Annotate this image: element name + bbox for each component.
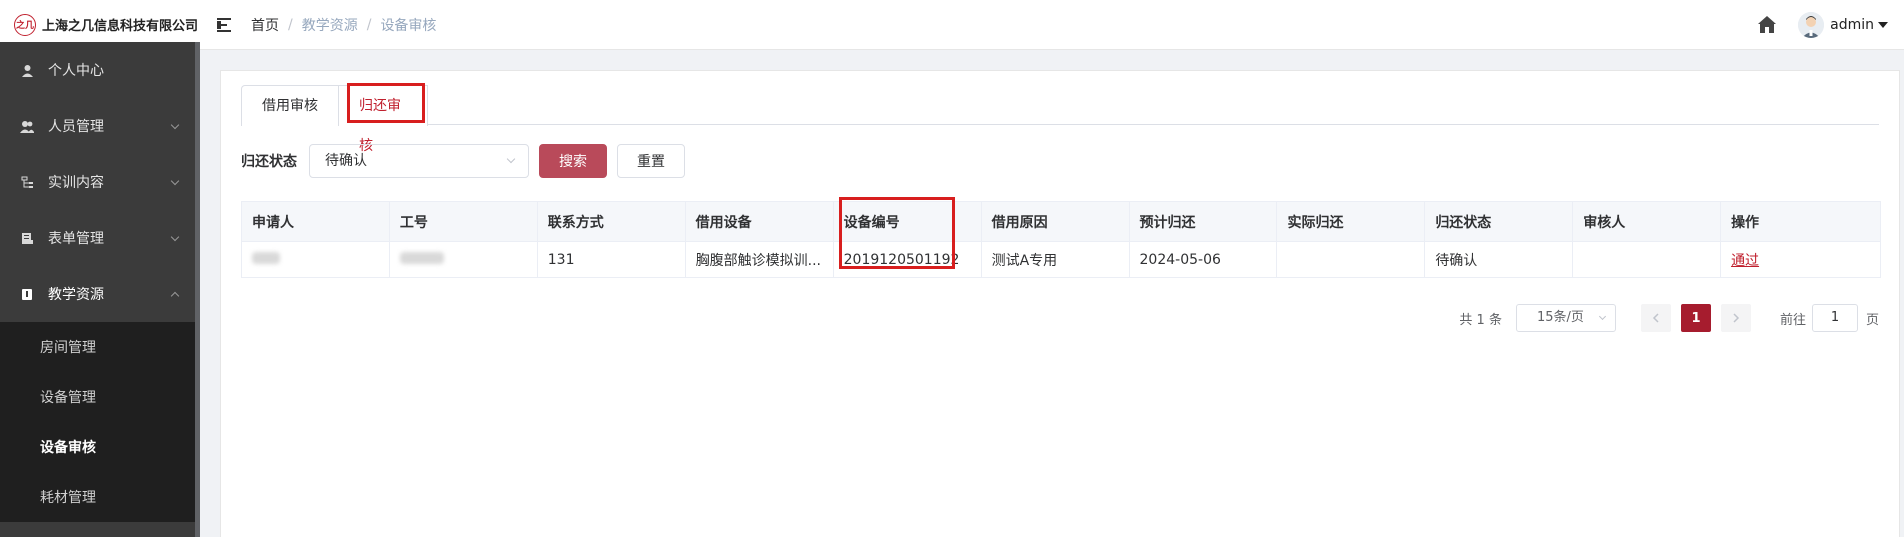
form-icon (20, 231, 34, 245)
tab-borrow-review[interactable]: 借用审核 (241, 85, 339, 126)
blurred-applicant (252, 251, 280, 264)
return-review-table: 申请人 工号 联系方式 借用设备 设备编号 借用原因 预计归还 实际归还 归还状… (241, 201, 1881, 278)
filter-bar: 归还状态 待确认 搜索 重置 (241, 144, 685, 178)
sidebar-item-teaching-resources[interactable]: 教学资源 (0, 266, 200, 322)
return-status-value: 待确认 (325, 153, 367, 169)
cell-expected-return: 2024-05-06 (1128, 241, 1278, 278)
prev-page-button[interactable] (1640, 304, 1671, 332)
company-name: 上海之几信息科技有限公司 (42, 19, 199, 34)
main-card: 借用审核 归还审核 归还状态 待确认 搜索 重置 申请人 工号 联系方式 借用设… (220, 70, 1900, 537)
sidebar-item-label: 个人中心 (48, 63, 104, 79)
search-button[interactable]: 搜索 (539, 144, 607, 178)
page-number-button[interactable]: 1 (1680, 304, 1711, 332)
sidebar-subitem-rooms[interactable]: 房间管理 (0, 322, 195, 372)
logo: 之几 上海之几信息科技有限公司 (0, 13, 200, 36)
chevron-up-icon (170, 291, 180, 301)
chevron-down-icon (170, 176, 180, 186)
page-size-value: 15条/页 (1536, 310, 1584, 325)
filter-label: 归还状态 (241, 154, 297, 170)
column-header: 实际归还 (1276, 201, 1426, 242)
sidebar-subitem-consumables[interactable]: 耗材管理 (0, 472, 195, 522)
sidebar-item-training[interactable]: 实训内容 (0, 154, 200, 210)
goto-page-input[interactable]: 1 (1811, 304, 1858, 332)
cell-status: 待确认 (1424, 241, 1574, 278)
sidebar: 个人中心 人员管理 实训内容 表单管理 教学资源 房间管理 设备管理 设备审核 … (0, 42, 200, 537)
sidebar-item-label: 实训内容 (48, 175, 104, 191)
chevron-down-icon (170, 120, 180, 130)
breadcrumb-current: 设备审核 (380, 17, 437, 34)
column-header: 联系方式 (536, 201, 686, 242)
cell-device: 胸腹部触诊模拟训... (684, 241, 834, 278)
page-size-select[interactable]: 15条/页 (1515, 304, 1616, 332)
page-unit-label: 页 (1865, 312, 1879, 328)
avatar[interactable] (1798, 12, 1825, 38)
breadcrumb-teaching-resources[interactable]: 教学资源 (302, 15, 358, 35)
cell-reviewer (1572, 241, 1722, 278)
column-header: 设备编号 (832, 201, 982, 242)
cell-reason: 测试A专用 (980, 241, 1130, 278)
pagination: 共 1 条 15条/页 1 前往 1 页 (1459, 303, 1879, 333)
people-icon (20, 119, 34, 133)
teaching-resources-submenu: 房间管理 设备管理 设备审核 耗材管理 (0, 322, 195, 522)
column-header: 借用原因 (980, 201, 1130, 242)
book-icon (20, 287, 34, 301)
home-icon[interactable] (1756, 14, 1778, 36)
column-header: 审核人 (1572, 201, 1722, 242)
sidebar-item-forms[interactable]: 表单管理 (0, 210, 200, 266)
cell-contact: 131 (536, 241, 686, 278)
sidebar-item-label: 教学资源 (48, 287, 104, 303)
cell-device-no: 2019120501192 (832, 241, 982, 278)
reset-button[interactable]: 重置 (617, 144, 685, 178)
sidebar-toggle-icon[interactable] (217, 17, 235, 32)
sidebar-item-label: 人员管理 (48, 119, 104, 135)
user-name[interactable]: admin (1830, 17, 1874, 33)
cell-action: 通过 (1720, 241, 1881, 278)
column-header: 借用设备 (684, 201, 834, 242)
column-header: 归还状态 (1424, 201, 1574, 242)
cell-actual-return (1276, 241, 1426, 278)
blurred-staff-id (399, 251, 444, 264)
cell-staff-id (388, 241, 538, 278)
table-row: 131 胸腹部触诊模拟训... 2019120501192 测试A专用 2024… (241, 241, 1881, 278)
person-icon (20, 63, 34, 77)
tab-return-review[interactable]: 归还审核 (338, 85, 428, 154)
pagination-total: 共 1 条 (1459, 312, 1502, 328)
table-header-row: 申请人 工号 联系方式 借用设备 设备编号 借用原因 预计归还 实际归还 归还状… (241, 201, 1881, 242)
logo-mark: 之几 (14, 13, 36, 36)
return-status-select[interactable]: 待确认 (309, 144, 529, 178)
sidebar-item-profile[interactable]: 个人中心 (0, 42, 200, 98)
sidebar-subitem-devices[interactable]: 设备管理 (0, 372, 195, 422)
sidebar-item-people[interactable]: 人员管理 (0, 98, 200, 154)
tree-icon (20, 175, 34, 189)
sidebar-subitem-device-review[interactable]: 设备审核 (0, 422, 195, 472)
sidebar-item-label: 表单管理 (48, 231, 104, 247)
column-header: 预计归还 (1128, 201, 1278, 242)
top-header: 之几 上海之几信息科技有限公司 首页 / 教学资源 / 设备审核 admin (0, 0, 1904, 50)
next-page-button[interactable] (1720, 304, 1751, 332)
chevron-down-icon (506, 154, 516, 164)
tab-bar: 借用审核 归还审核 (241, 85, 1879, 154)
approve-link[interactable]: 通过 (1731, 253, 1759, 269)
chevron-down-icon (1598, 312, 1607, 321)
column-header: 工号 (388, 201, 538, 242)
user-menu-caret-icon[interactable] (1878, 22, 1888, 28)
column-header: 操作 (1720, 201, 1881, 242)
column-header: 申请人 (241, 201, 390, 242)
chevron-down-icon (170, 232, 180, 242)
breadcrumb-home[interactable]: 首页 (251, 15, 279, 35)
cell-applicant (241, 241, 390, 278)
breadcrumb: 首页 / 教学资源 / 设备审核 (251, 15, 437, 35)
goto-label: 前往 (1779, 312, 1806, 328)
